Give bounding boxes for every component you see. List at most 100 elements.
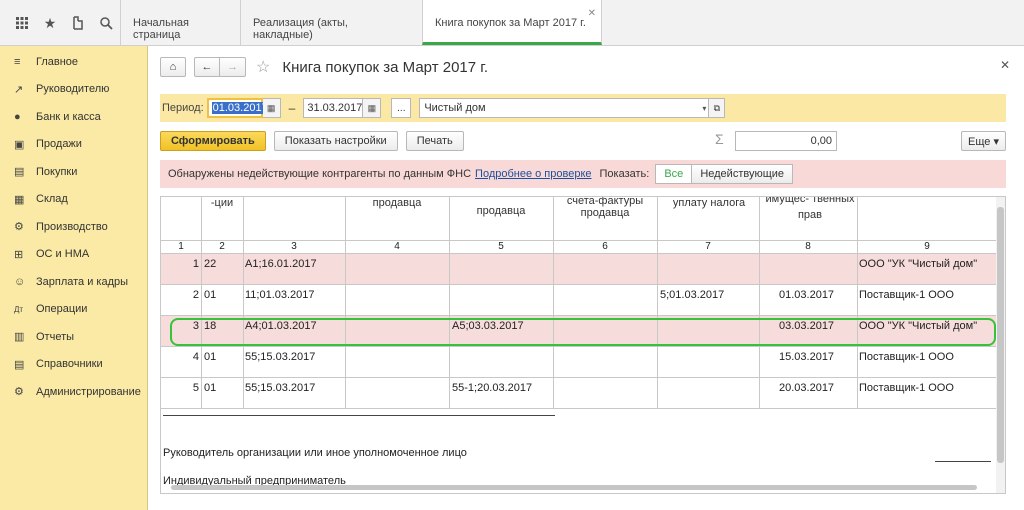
scroll-thumb[interactable] — [171, 485, 977, 490]
tab-purchase-book[interactable]: Книга покупок за Март 2017 г. ✕ — [422, 0, 602, 45]
cell-acceptance-date: 20.03.2017 — [779, 382, 835, 394]
period-to-input[interactable]: 31.03.2017 — [303, 98, 364, 118]
sum-field: 0,00 — [735, 131, 837, 151]
header-cell: продавца — [372, 197, 422, 209]
organization-value: Чистый дом — [424, 102, 486, 114]
top-bar: ★ Начальная страница Реализация (акты, н… — [0, 0, 1024, 46]
gear-icon: ⚙ — [14, 386, 24, 399]
filter-inactive-button[interactable]: Недействующие — [692, 164, 794, 184]
top-icons: ★ — [0, 0, 120, 46]
sidebar-item-main[interactable]: ≡ Главное — [0, 48, 147, 76]
tab-label: Начальная страница — [133, 17, 189, 41]
close-form-icon[interactable]: ✕ — [1000, 58, 1010, 72]
selection-highlight — [170, 318, 996, 346]
cell-seller: Поставщик-1 ООО — [859, 382, 954, 394]
grid-line — [161, 253, 997, 254]
sidebar-item-reports[interactable]: ▥ Отчеты — [0, 323, 147, 351]
more-button[interactable]: Еще ▾ — [961, 131, 1006, 151]
report-icon: ▥ — [14, 331, 25, 344]
calendar-icon[interactable]: ▦ — [363, 98, 382, 118]
sigma-icon: Σ — [715, 131, 724, 147]
table-row[interactable]: 1 22 А1;16.01.2017 ООО "УК "Чистый дом" — [161, 254, 997, 284]
show-settings-button[interactable]: Показать настройки — [273, 131, 398, 151]
sidebar-item-operations[interactable]: Дт Операции — [0, 296, 147, 324]
sidebar-item-production[interactable]: ⚙ Производство — [0, 213, 147, 241]
open-icon[interactable]: ⧉ — [709, 98, 726, 118]
nav-buttons: ← → — [194, 57, 246, 77]
star-icon[interactable]: ★ — [36, 0, 64, 46]
table-row[interactable]: 2 01 11;01.03.2017 5;01.03.2017 01.03.20… — [161, 285, 997, 315]
column-number: 5 — [498, 241, 504, 252]
arrow-right-icon: → — [227, 61, 238, 73]
sidebar-item-warehouse[interactable]: ▦ Склад — [0, 186, 147, 214]
grid-line — [161, 240, 997, 241]
horizontal-scrollbar[interactable] — [163, 484, 993, 491]
header-cell: имущес- твенных прав — [765, 196, 855, 221]
footer-head-text: Руководитель организации или иное уполно… — [163, 447, 467, 459]
debit-credit-icon: Дт — [14, 304, 24, 314]
apps-grid-icon[interactable] — [8, 0, 36, 46]
warehouse-icon: ▦ — [14, 193, 25, 206]
sidebar-item-label: Администрирование — [36, 385, 141, 398]
scroll-thumb[interactable] — [997, 207, 1004, 463]
report-grid[interactable]: -ции продавца продавца счета-фактуры про… — [160, 196, 1006, 494]
forward-button[interactable]: → — [220, 57, 246, 77]
cell-number: 2 — [192, 289, 199, 301]
cell-seller: ООО "УК "Чистый дом" — [859, 258, 978, 270]
tab-strip: Начальная страница Реализация (акты, нак… — [120, 0, 602, 46]
close-tab-icon[interactable]: ✕ — [588, 8, 596, 19]
header-cell: продавца — [476, 205, 526, 217]
sidebar-item-manager[interactable]: ↗ Руководителю — [0, 76, 147, 104]
search-icon[interactable] — [92, 0, 120, 46]
sidebar-item-purchases[interactable]: ▤ Покупки — [0, 158, 147, 186]
tab-home-page[interactable]: Начальная страница — [120, 0, 240, 46]
column-number: 6 — [602, 241, 608, 252]
sidebar: ≡ Главное ↗ Руководителю ● Банк и касса ▣ Пр… — [0, 46, 148, 510]
grid-line — [161, 284, 997, 285]
chevron-down-icon[interactable]: ▾ — [702, 104, 706, 113]
trend-icon: ↗ — [14, 83, 24, 96]
book-icon: ▤ — [14, 358, 25, 371]
sidebar-item-salary[interactable]: ☺ Зарплата и кадры — [0, 268, 147, 296]
filter-all-button[interactable]: Все — [655, 164, 693, 184]
generate-button[interactable]: Сформировать — [160, 131, 266, 151]
sidebar-item-admin[interactable]: ⚙ Администрирование — [0, 378, 147, 406]
organization-select[interactable]: Чистый дом ▾ — [419, 98, 710, 118]
sidebar-item-bank[interactable]: ● Банк и касса — [0, 103, 147, 131]
column-number: 2 — [219, 241, 225, 252]
sidebar-item-label: Покупки — [36, 165, 78, 178]
show-filter: Все Недействующие — [655, 164, 794, 184]
back-button[interactable]: ← — [194, 57, 220, 77]
period-bar: Период: 01.03.2017 ▦ – 31.03.2017 ▦ ... … — [160, 94, 1006, 122]
table-row[interactable]: 5 01 55;15.03.2017 55-1;20.03.2017 20.03… — [161, 378, 997, 408]
cell-invoice: 55;15.03.2017 — [245, 382, 316, 394]
warning-bar: Обнаружены недействующие контрагенты по … — [160, 160, 1006, 188]
period-to-value: 31.03.2017 — [307, 102, 363, 114]
table-row[interactable]: 4 01 55;15.03.2017 15.03.2017 Поставщик-… — [161, 347, 997, 377]
vertical-scrollbar[interactable] — [996, 197, 1005, 493]
toolbar: Сформировать Показать настройки Печать Σ… — [160, 130, 1006, 152]
signature-line — [935, 461, 991, 462]
history-icon[interactable] — [64, 0, 92, 46]
favorite-star-icon[interactable]: ☆ — [256, 57, 270, 77]
sidebar-item-catalogs[interactable]: ▤ Справочники — [0, 351, 147, 379]
column-number: 7 — [705, 241, 711, 252]
home-button[interactable]: ⌂ — [160, 57, 186, 77]
cart-icon: ▣ — [14, 138, 25, 151]
column-numbers-row: 1 2 3 4 5 6 7 8 9 — [161, 241, 997, 253]
sidebar-item-sales[interactable]: ▣ Продажи — [0, 131, 147, 159]
cell-seller: Поставщик-1 ООО — [859, 289, 954, 301]
sidebar-item-assets[interactable]: ⊞ ОС и НМА — [0, 241, 147, 269]
tab-sales[interactable]: Реализация (акты, накладные) — [240, 0, 422, 46]
grid-line — [161, 346, 997, 347]
check-details-link[interactable]: Подробнее о проверке — [475, 168, 591, 180]
period-select-button[interactable]: ... — [391, 98, 412, 118]
header-cell: уплату налога — [672, 197, 746, 209]
calendar-icon[interactable]: ▦ — [262, 98, 281, 118]
grid-line — [449, 197, 450, 409]
column-number: 4 — [394, 241, 400, 252]
header-cell: -ции — [210, 197, 234, 209]
period-from-input[interactable]: 01.03.2017 — [206, 98, 269, 118]
column-number: 1 — [178, 241, 184, 252]
print-button[interactable]: Печать — [405, 131, 464, 151]
